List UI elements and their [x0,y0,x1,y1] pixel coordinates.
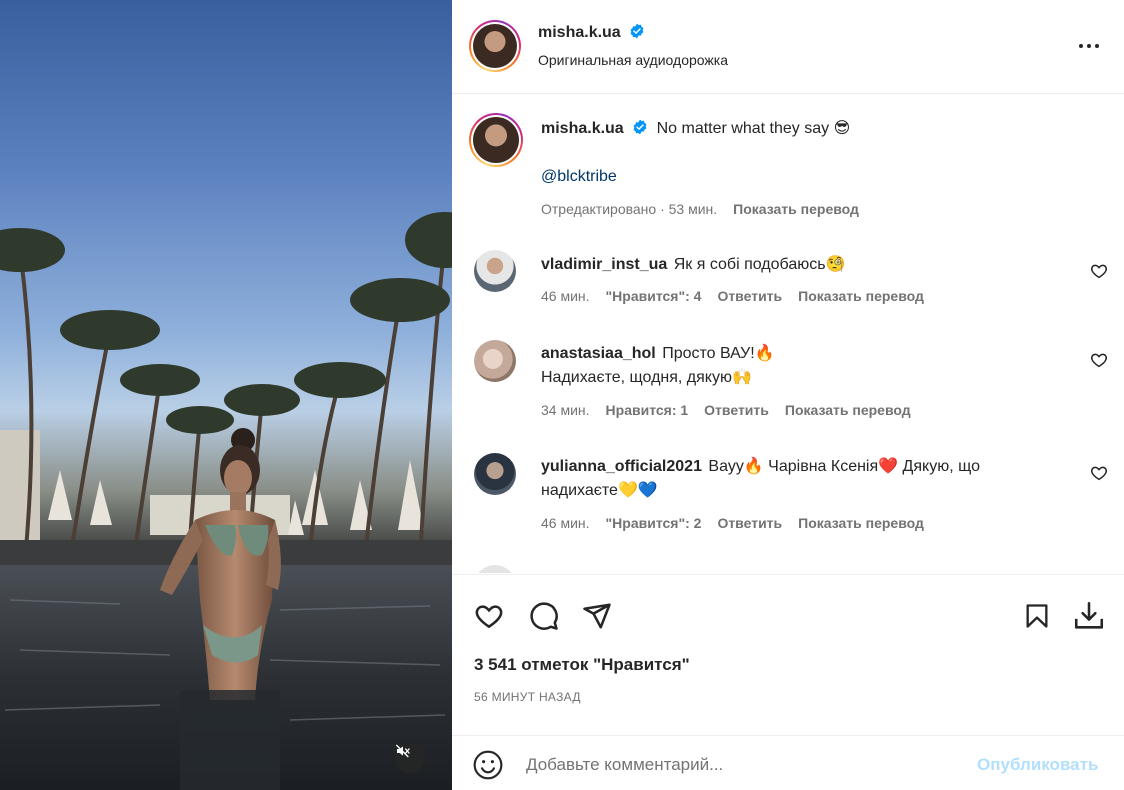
mute-toggle-button[interactable] [395,743,425,773]
comment-translate-button[interactable]: Показать перевод [798,288,924,304]
comment-button[interactable] [527,599,561,633]
comment-username[interactable]: yulianna_official2021 [541,458,702,475]
dot-icon [1087,44,1091,48]
comment-reply-button[interactable]: Ответить [717,288,782,304]
comment-line: yulianna_official2021 Вауу🔥 Чарівна Ксен… [541,455,980,479]
comment-username[interactable]: vladimir_inst_ua [541,256,667,273]
download-icon [1074,601,1104,629]
comment-translate-button[interactable]: Показать перевод [785,402,911,418]
post-time: 56 МИНУТ НАЗАД [474,690,581,704]
comment-like-heart-icon[interactable] [1090,351,1108,369]
comment-text-continued: Надихаєте, щодня, дякую🙌 [541,369,752,386]
comment-like-heart-icon[interactable] [1090,464,1108,482]
likes-count[interactable]: 3 541 отметок "Нравится" [474,655,690,675]
heart-icon [475,605,503,629]
post-details-panel: misha.k.ua Оригинальная аудиодорожка mis… [452,0,1124,790]
caption-username[interactable]: misha.k.ua [541,120,624,137]
comment-text: Просто ВАУ!🔥 [662,345,775,362]
post-actions: 3 541 отметок "Нравится" 56 МИНУТ НАЗАД [452,574,1124,734]
comment-meta: 46 мин. "Нравится": 2 Ответить Показать … [541,515,924,531]
paper-plane-icon [583,603,611,629]
add-comment-bar: Опубликовать [452,735,1124,790]
bookmark-icon [1026,604,1048,628]
caption-meta: Отредактировано · 53 мин. Показать перев… [541,201,859,217]
comments-list[interactable]: misha.k.ua No matter what they say 😎 @bl… [452,95,1124,573]
comment-likes-count[interactable]: Нравится: 1 [606,402,689,418]
comment-text: Як я собі подобаюсь🧐 [673,256,846,273]
caption-translate-button[interactable]: Показать перевод [733,201,859,217]
comment-reply-button[interactable]: Ответить [717,515,782,531]
dot-icon [1079,44,1083,48]
comment-time: 34 мин. [541,402,590,418]
post-video[interactable] [0,0,452,790]
comment-icon [530,602,558,630]
comment-likes-count[interactable]: "Нравится": 2 [606,515,702,531]
author-username[interactable]: misha.k.ua [538,24,621,41]
comment-meta: 34 мин. Нравится: 1 Ответить Показать пе… [541,402,911,418]
dot-icon [1095,44,1099,48]
comment-meta: 46 мин. "Нравится": 4 Ответить Показать … [541,288,924,304]
comment-text-continued: надихаєте💛💙 [541,482,658,499]
caption-line: misha.k.ua No matter what they say 😎 [541,117,850,141]
caption-avatar[interactable] [469,113,523,167]
comment-avatar[interactable] [474,565,516,573]
comment-username[interactable]: anastasiaa_hol [541,345,656,362]
comment-time: 46 мин. [541,288,590,304]
verified-badge-icon [630,23,644,39]
comment-avatar[interactable] [474,340,516,382]
post-header: misha.k.ua Оригинальная аудиодорожка [452,0,1124,94]
avatar-image [473,117,519,163]
author-avatar[interactable] [469,20,521,72]
comment-avatar[interactable] [474,250,516,292]
audio-label[interactable]: Оригинальная аудиодорожка [538,52,728,68]
caption-edited-time: Отредактировано · 53 мин. [541,201,718,217]
more-options-button[interactable] [1074,36,1104,56]
comment-reply-button[interactable]: Ответить [704,402,769,418]
caption-mention-link[interactable]: @blcktribe [541,165,617,189]
comment-translate-button[interactable]: Показать перевод [798,515,924,531]
video-frame [0,212,452,790]
verified-badge-icon [633,119,647,135]
speaker-muted-icon [395,744,410,758]
like-button[interactable] [472,599,506,633]
comment-line: vladimir_inst_ua Як я собі подобаюсь🧐 [541,253,845,277]
comment-like-heart-icon[interactable] [1090,262,1108,280]
comment-avatar[interactable] [474,453,516,495]
save-button[interactable] [1020,599,1054,633]
publish-button[interactable]: Опубликовать [977,755,1098,775]
comment-time: 46 мин. [541,515,590,531]
share-button[interactable] [580,599,614,633]
caption-text: No matter what they say 😎 [656,120,851,137]
download-button[interactable] [1072,599,1106,633]
comment-text: Вауу🔥 Чарівна Ксенія❤️ Дякую, що [708,458,980,475]
comment-line: anastasiaa_hol Просто ВАУ!🔥 [541,342,775,366]
avatar-image [473,24,517,68]
comment-input[interactable] [526,752,966,778]
smiley-icon[interactable] [472,749,504,781]
comment-likes-count[interactable]: "Нравится": 4 [606,288,702,304]
